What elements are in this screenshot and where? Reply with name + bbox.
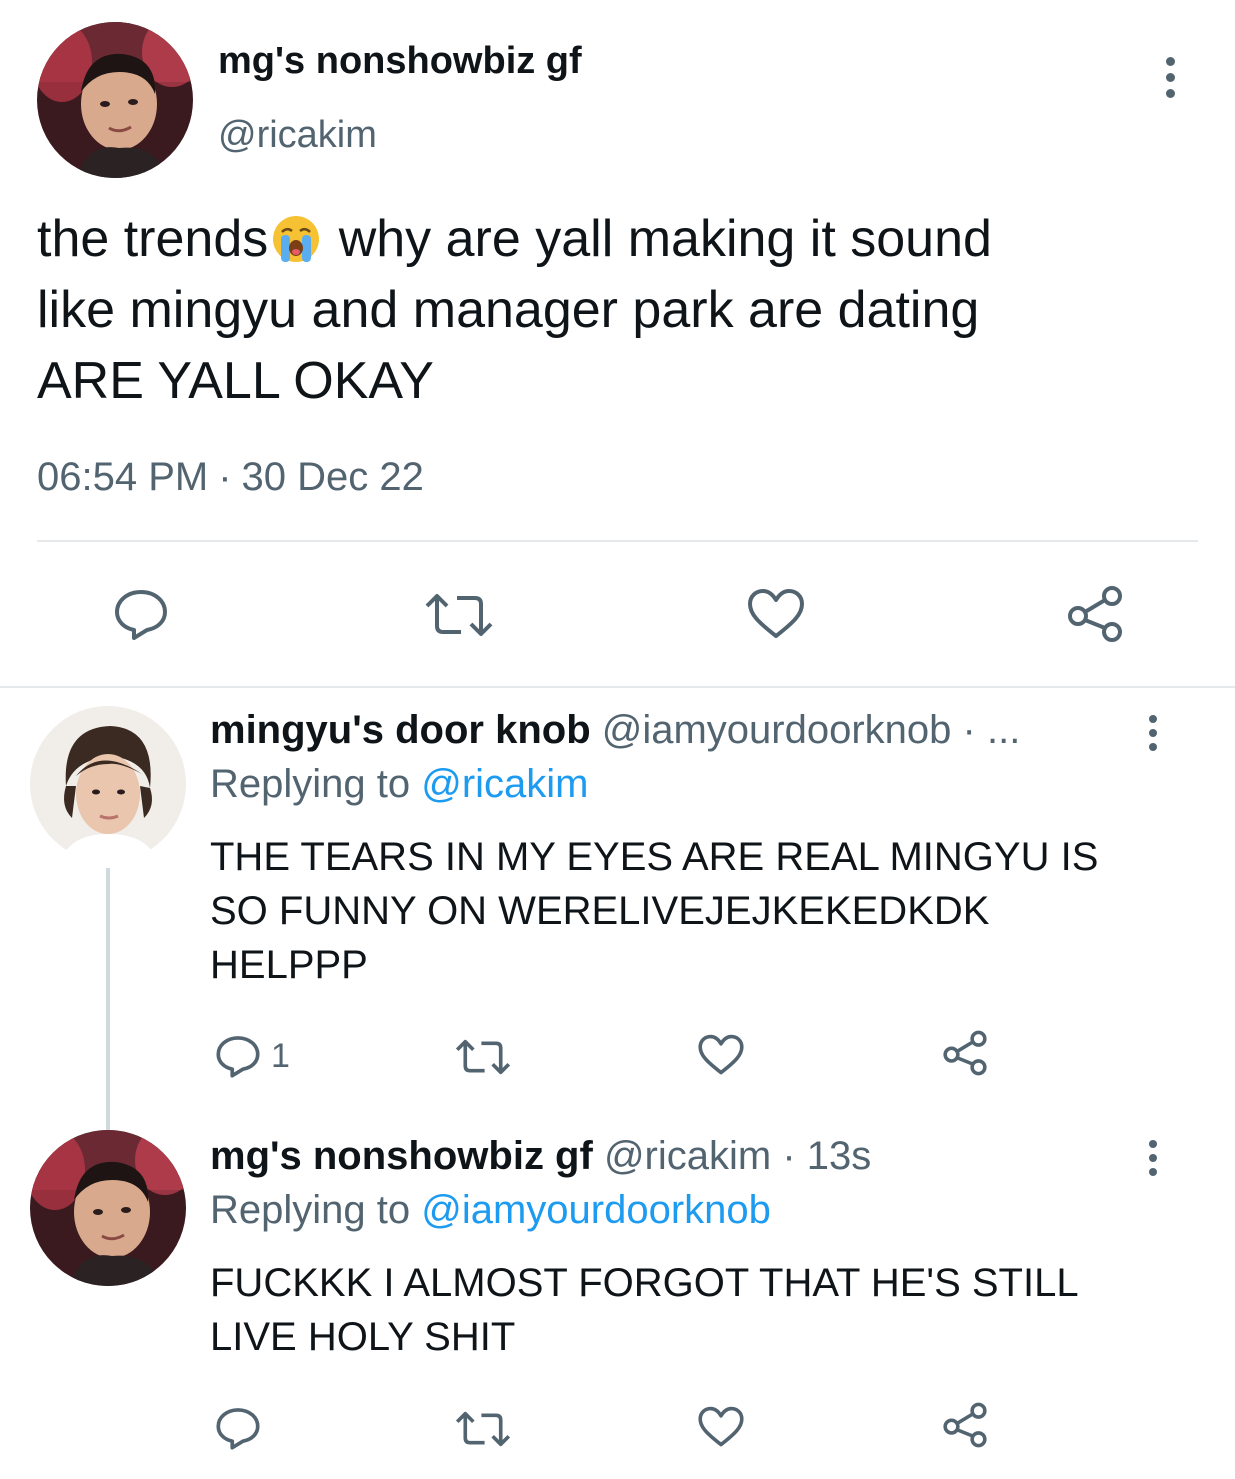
reply1-display-name[interactable]: mingyu's door knob: [210, 708, 591, 752]
reply1-text-line: HELPPP: [210, 943, 368, 987]
reply2-retweet-button[interactable]: [454, 1410, 512, 1448]
main-more-options-icon[interactable]: [1160, 57, 1180, 98]
reply1-like-button[interactable]: [697, 1034, 745, 1076]
main-tweet-line-3: ARE YALL OKAY: [37, 352, 434, 410]
tweet-timestamp[interactable]: 06:54 PM · 30 Dec 22: [37, 455, 424, 500]
reply2-display-name[interactable]: mg's nonshowbiz gf: [210, 1134, 593, 1178]
reply1-author-avatar[interactable]: [30, 706, 186, 862]
reply1-text: THE TEARS IN MY EYES ARE REAL MINGYU IS …: [210, 830, 1200, 992]
main-author-avatar[interactable]: [37, 22, 193, 178]
reply1-handle[interactable]: @iamyourdoorknob: [602, 708, 952, 752]
main-tweet-line-1: the trends why are yall making it sound: [37, 204, 1197, 275]
share-icon: [943, 1402, 987, 1448]
reply2-more-options-icon[interactable]: [1143, 1140, 1163, 1176]
reply-icon: [115, 590, 167, 640]
reply2-reply-button[interactable]: [215, 1406, 261, 1450]
retweet-icon: [425, 594, 493, 636]
tweet-date: 30 Dec 22: [241, 455, 424, 499]
reply2-author-avatar[interactable]: [30, 1130, 186, 1286]
main-like-button[interactable]: [746, 588, 806, 640]
like-icon: [698, 1034, 744, 1075]
reply2-text-line: LIVE HOLY SHIT: [210, 1315, 516, 1359]
reply-icon: [216, 1036, 260, 1078]
reply1-reply-button[interactable]: 1: [215, 1034, 290, 1078]
main-tweet-line-2: like mingyu and manager park are dating: [37, 281, 980, 339]
reply1-retweet-button[interactable]: [454, 1038, 512, 1076]
like-icon: [748, 589, 804, 638]
thread-connector-line: [106, 868, 110, 1130]
reply1-replying-to: Replying to @ricakim: [210, 762, 589, 807]
reply2-replying-to: Replying to @iamyourdoorknob: [210, 1188, 771, 1233]
reply1-mention-link[interactable]: @ricakim: [421, 762, 588, 806]
reply1-more-options-icon[interactable]: [1143, 715, 1163, 751]
reply2-mention-link[interactable]: @iamyourdoorknob: [421, 1188, 771, 1232]
time-separator: ·: [218, 455, 232, 499]
main-display-name[interactable]: mg's nonshowbiz gf: [218, 40, 582, 83]
reply1-meta: · ...: [951, 708, 1021, 752]
reply1-text-line: SO FUNNY ON WERELIVEJEJKEKEDKDK: [210, 889, 990, 933]
reply2-header[interactable]: mg's nonshowbiz gf @ricakim · 13s: [210, 1134, 1090, 1179]
main-reply-button[interactable]: [113, 588, 169, 640]
reply2-text: FUCKKK I ALMOST FORGOT THAT HE'S STILL L…: [210, 1256, 1200, 1364]
reply2-text-line: FUCKKK I ALMOST FORGOT THAT HE'S STILL: [210, 1261, 1079, 1305]
main-share-button[interactable]: [1066, 586, 1124, 642]
reply2-share-button[interactable]: [942, 1402, 988, 1448]
main-handle[interactable]: @ricakim: [218, 114, 377, 157]
main-tweet-divider: [37, 540, 1198, 542]
reply1-text-line: THE TEARS IN MY EYES ARE REAL MINGYU IS: [210, 835, 1099, 879]
main-retweet-button[interactable]: [423, 592, 495, 638]
reply1-reply-count: 1: [271, 1036, 290, 1075]
reply1-share-button[interactable]: [942, 1030, 988, 1076]
main-tweet-segment: why are yall making it sound: [324, 210, 992, 268]
section-divider: [0, 686, 1235, 688]
main-tweet-segment: the trends: [37, 210, 269, 268]
main-tweet-text: the trends why are yall making it sound …: [37, 204, 1197, 417]
like-icon: [698, 1406, 744, 1447]
reply2-handle[interactable]: @ricakim: [604, 1134, 771, 1178]
replying-to-label: Replying to: [210, 762, 422, 806]
share-icon: [1068, 586, 1122, 642]
tweet-time: 06:54 PM: [37, 455, 209, 499]
reply2-meta: · 13s: [771, 1134, 872, 1178]
reply2-like-button[interactable]: [697, 1406, 745, 1448]
reply-icon: [216, 1408, 260, 1450]
replying-to-label: Replying to: [210, 1188, 422, 1232]
reply1-header[interactable]: mingyu's door knob @iamyourdoorknob · ..…: [210, 708, 1090, 753]
retweet-icon: [455, 1039, 511, 1075]
share-icon: [943, 1030, 987, 1076]
retweet-icon: [455, 1411, 511, 1447]
loudly-crying-face-emoji-icon: [270, 212, 322, 264]
